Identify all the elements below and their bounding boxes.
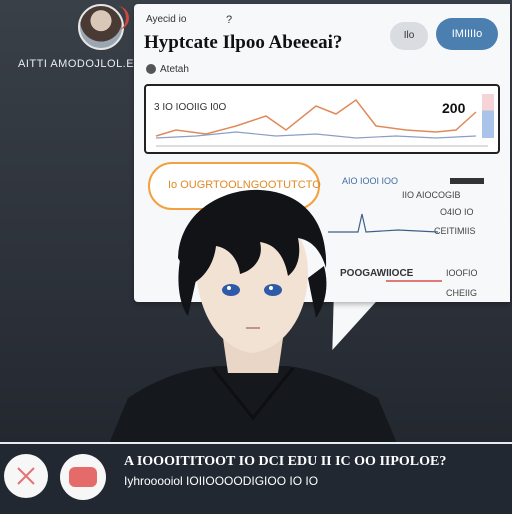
section-icon [146, 64, 156, 75]
chart-mini-bar [482, 94, 494, 138]
reply-icon [69, 467, 97, 487]
help-hint[interactable]: ? [226, 14, 232, 26]
question-subline: Iyhrooooiol IOIIOOOODIGIOO IO IO [124, 474, 319, 488]
chart-card[interactable]: 3 IO IOOIIG I0O 200 [144, 84, 500, 154]
chart-lines [155, 98, 488, 147]
profile-name: AITTI AMODOJLOL.EIT [18, 58, 145, 70]
secondary-button[interactable]: Ilo [390, 22, 428, 50]
section-row: Atetah [146, 64, 189, 75]
panel-title: Hyptcate Ilpoo Abeeeai? [144, 32, 343, 53]
close-icon [17, 467, 35, 485]
footer-side-1: IOOFIO [446, 268, 478, 278]
section-label: Atetah [160, 64, 189, 75]
dismiss-button[interactable] [4, 454, 48, 498]
chart-label: 3 IO IOOIIG I0O [154, 102, 227, 113]
reply-button[interactable] [60, 454, 106, 500]
chart-value: 200 [442, 100, 466, 116]
character-illustration [108, 189, 398, 446]
bottom-bar: A IOOOITITOOT IO DCI EDU II IC OO IIPOLO… [0, 442, 512, 514]
primary-button[interactable]: IMIIIIo [436, 18, 498, 50]
panel-subtitle: Ayecid io [146, 14, 187, 25]
right-header: AIO IOOI IOO [342, 176, 399, 186]
question-text: A IOOOITITOOT IO DCI EDU II IC OO IIPOLO… [124, 454, 447, 469]
right-divider [450, 178, 484, 184]
footer-side-2: CHEIIG [446, 288, 478, 298]
